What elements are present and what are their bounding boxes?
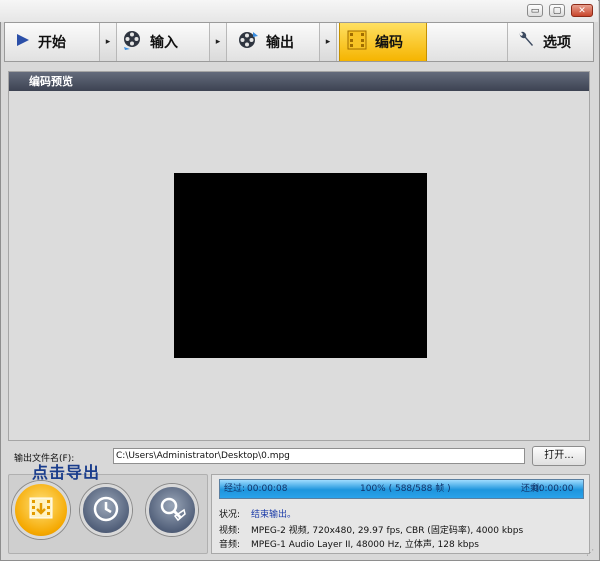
preview-panel-title: 编码预览 bbox=[9, 72, 589, 91]
title-bar bbox=[0, 0, 598, 22]
tab-start[interactable]: 开始 bbox=[15, 23, 99, 61]
video-label: 视频: bbox=[219, 526, 241, 536]
schedule-button[interactable] bbox=[80, 484, 132, 536]
tab-output-label: 输出 bbox=[266, 35, 294, 51]
video-row: 视频: MPEG-2 视频, 720x480, 29.97 fps, CBR (固… bbox=[219, 523, 523, 536]
elapsed-value: 00:00:08 bbox=[247, 484, 288, 494]
tab-options[interactable]: 选项 bbox=[507, 23, 593, 61]
audio-value: MPEG-1 Audio Layer II, 48000 Hz, 立体声, 12… bbox=[251, 540, 479, 550]
film-reel-input-icon bbox=[121, 30, 143, 54]
tab-input[interactable]: 输入 bbox=[121, 23, 207, 61]
step-arrow-1: ▸ bbox=[99, 23, 117, 61]
tab-input-label: 输入 bbox=[150, 35, 178, 51]
clock-icon bbox=[92, 495, 120, 526]
status-label: 状况: bbox=[219, 510, 241, 520]
elapsed-label: 经过: bbox=[224, 484, 246, 494]
audio-label: 音频: bbox=[219, 540, 241, 550]
maximize-button[interactable]: ▢ bbox=[549, 4, 565, 17]
step-toolbar: 开始 ▸ 输入 ▸ 输出 ▸ 编码 选项 bbox=[4, 22, 594, 62]
step-arrow-2: ▸ bbox=[209, 23, 227, 61]
click-export-hint: 点击导出 bbox=[32, 463, 101, 482]
remaining-value: 00:00:00 bbox=[533, 484, 574, 494]
close-button[interactable]: ✕ bbox=[571, 4, 593, 17]
tab-options-label: 选项 bbox=[543, 35, 571, 51]
film-export-icon bbox=[26, 495, 56, 526]
export-button[interactable] bbox=[12, 481, 70, 539]
audio-row: 音频: MPEG-1 Audio Layer II, 48000 Hz, 立体声,… bbox=[219, 537, 479, 550]
minimize-button[interactable]: ▭ bbox=[527, 4, 543, 17]
encode-preview-panel: 编码预览 bbox=[8, 71, 590, 441]
preview-inspect-button[interactable] bbox=[146, 484, 198, 536]
tab-start-label: 开始 bbox=[38, 35, 66, 51]
magnifier-film-icon bbox=[157, 494, 187, 527]
step-arrow-3: ▸ bbox=[319, 23, 337, 61]
progress-percent-text: 100% ( 588/588 帧 ) bbox=[360, 484, 451, 494]
output-filename-field[interactable]: C:\Users\Administrator\Desktop\0.mpg bbox=[113, 448, 525, 464]
play-icon bbox=[15, 33, 31, 51]
status-row: 状况: 结束输出。 bbox=[219, 507, 296, 520]
encode-progress-bar: 经过: 00:00:08 100% ( 588/588 帧 ) 还剩: 00:0… bbox=[219, 479, 584, 499]
status-value: 结束输出。 bbox=[251, 510, 297, 520]
video-preview bbox=[174, 173, 427, 358]
resize-grip[interactable]: ⋰ bbox=[586, 548, 596, 558]
video-value: MPEG-2 视频, 720x480, 29.97 fps, CBR (固定码率… bbox=[251, 526, 524, 536]
tab-output[interactable]: 输出 bbox=[237, 23, 323, 61]
film-strip-icon bbox=[346, 30, 368, 54]
film-reel-output-icon bbox=[237, 30, 259, 54]
tab-encode[interactable]: 编码 bbox=[339, 23, 427, 61]
open-button[interactable]: 打开... bbox=[532, 446, 586, 466]
wrench-icon bbox=[516, 30, 536, 54]
tab-encode-label: 编码 bbox=[375, 35, 403, 51]
